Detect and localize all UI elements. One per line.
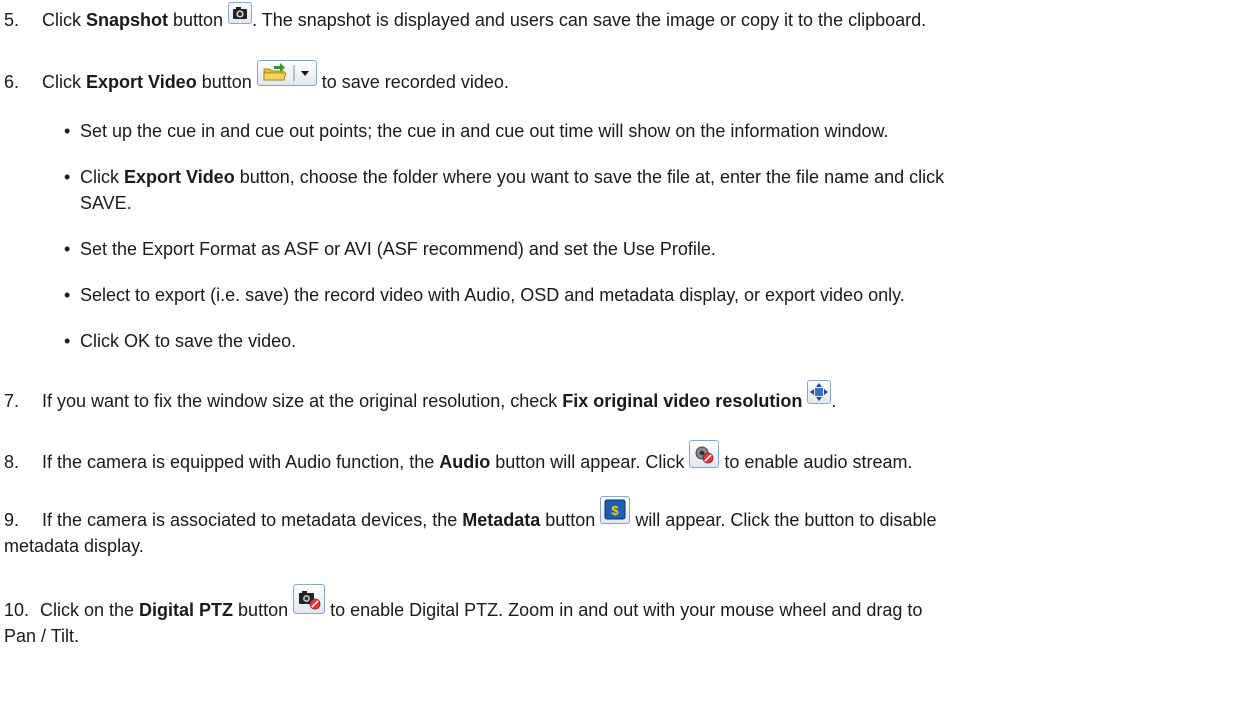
- bullet-item: • Set up the cue in and cue out points; t…: [64, 121, 889, 141]
- digital-ptz-label: Digital PTZ: [139, 600, 234, 620]
- bullet-item: • Click OK to save the video.: [64, 331, 297, 351]
- metadata-label: Metadata: [462, 510, 541, 530]
- step-7: 7. If you want to fix the window size at …: [4, 380, 1254, 414]
- metadata-icon[interactable]: $: [600, 496, 631, 524]
- snapshot-label: Snapshot: [86, 10, 169, 30]
- fix-resolution-icon[interactable]: [807, 380, 832, 404]
- digital-ptz-icon[interactable]: [293, 584, 326, 614]
- step-number: 9.: [4, 510, 20, 530]
- audio-label: Audio: [439, 452, 491, 472]
- audio-icon[interactable]: [689, 440, 720, 468]
- export-video-button[interactable]: [256, 60, 317, 86]
- folder-export-icon: [263, 63, 309, 81]
- fix-resolution-label: Fix original video resolution: [562, 391, 803, 411]
- step-number: 6.: [4, 72, 20, 92]
- bullet-item: • Set the Export Format as ASF or AVI (AS…: [64, 239, 716, 259]
- svg-text:$: $: [612, 503, 620, 518]
- camera-icon[interactable]: [228, 2, 253, 24]
- step-10: 10. Click on the Digital PTZ button to en…: [4, 584, 1254, 649]
- document-page: 5. Click Snapshot button . The snapshot i…: [0, 0, 1259, 726]
- dropdown-arrow-icon: [300, 71, 309, 76]
- step-number: 7.: [4, 391, 20, 411]
- bullet-item: • Select to export (i.e. save) the record…: [64, 285, 905, 305]
- step-9: 9. If the camera is associated to metadat…: [4, 496, 1254, 559]
- bullet-item: • Click Export Video button, choose the f…: [64, 167, 945, 213]
- step-number: 10.: [4, 600, 30, 620]
- step-8: 8. If the camera is equipped with Audio f…: [4, 440, 1254, 475]
- step-number: 5.: [4, 10, 20, 30]
- step-5: 5. Click Snapshot button . The snapshot i…: [4, 2, 1254, 33]
- step-number: 8.: [4, 452, 20, 472]
- export-video-label: Export Video: [86, 72, 197, 92]
- step-6: 6. Click Export Video button to save reco…: [4, 60, 1254, 95]
